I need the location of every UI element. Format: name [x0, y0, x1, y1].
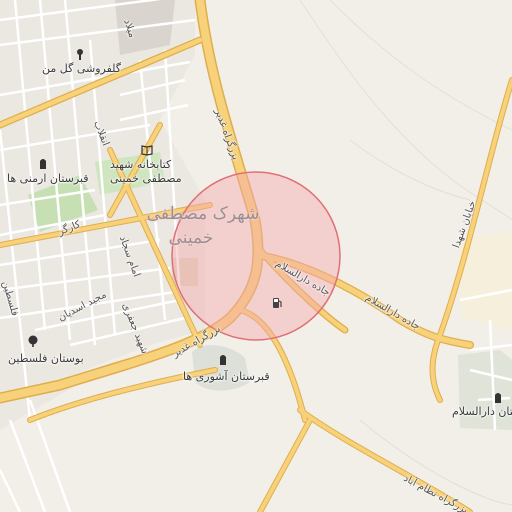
cemetery-icon[interactable]	[36, 156, 50, 170]
label-bustan-darolsalam: بوستان دارالسلام	[452, 405, 512, 418]
label-armenian-cemetery: قبرستان ارمنی ها	[7, 172, 89, 185]
label-bustan-felestin: بوستان فلسطین	[8, 352, 84, 365]
highlight-area[interactable]	[171, 171, 341, 341]
book-icon[interactable]	[140, 143, 154, 157]
cemetery-icon[interactable]	[491, 390, 505, 404]
map-canvas	[0, 0, 512, 512]
cemetery-icon[interactable]	[216, 352, 230, 366]
label-library-line1: کتابخانه شهید	[110, 158, 172, 171]
tree-icon[interactable]	[26, 334, 40, 348]
fuel-icon[interactable]	[270, 296, 284, 310]
map-view[interactable]: گلفروشی گل من کتابخانه شهید مصطفی خمینی …	[0, 0, 512, 512]
label-library-line2: مصطفی خمینی	[110, 172, 182, 185]
label-assyrian-cemetery: قبرستان آشوری ها	[183, 370, 270, 383]
flower-shop-icon[interactable]	[73, 47, 87, 61]
label-golforooshi: گلفروشی گل من	[42, 62, 122, 75]
label-shahrak-line1: شهرک مصطفی	[146, 204, 260, 224]
label-shahrak-line2: خمینی	[168, 228, 214, 248]
